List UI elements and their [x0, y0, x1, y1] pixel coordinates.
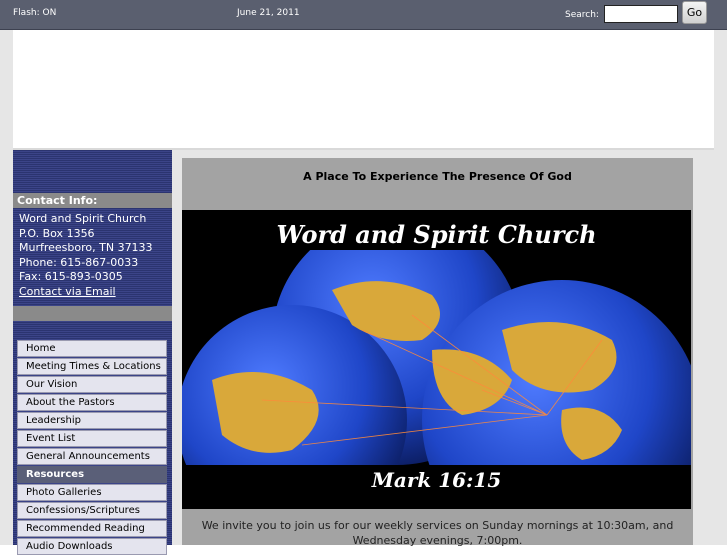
nav-item-leadership[interactable]: Leadership: [17, 412, 167, 429]
nav-item-about-pastors[interactable]: About the Pastors: [17, 394, 167, 411]
nav-item-event-list[interactable]: Event List: [17, 430, 167, 447]
contact-phone: Phone: 615-867-0033: [19, 255, 139, 269]
contact-po-box: P.O. Box 1356: [19, 226, 95, 240]
contact-city: Murfreesboro, TN 37133: [19, 241, 153, 254]
header-banner: [13, 30, 714, 148]
sidebar-divider-bar: [13, 306, 172, 321]
globes-illustration: [182, 250, 691, 465]
nav-item-confessions[interactable]: Confessions/Scriptures: [17, 502, 167, 519]
contact-email-link[interactable]: Contact via Email: [19, 285, 116, 298]
page-tagline: A Place To Experience The Presence Of Go…: [303, 170, 572, 183]
nav-item-photo-galleries[interactable]: Photo Galleries: [17, 484, 167, 501]
left-page-margin: [0, 30, 13, 545]
search-input[interactable]: [604, 5, 678, 23]
service-invitation: We invite you to join us for our weekly …: [201, 519, 674, 547]
nav-item-audio-downloads[interactable]: Audio Downloads: [17, 538, 167, 555]
top-bar: Flash: ON June 21, 2011 Search: Go: [0, 0, 727, 30]
main-content: A Place To Experience The Presence Of Go…: [182, 158, 693, 547]
contact-heading: Contact Info:: [13, 193, 172, 208]
contact-church-name: Word and Spirit Church: [19, 212, 147, 225]
hero-scripture: Mark 16:15: [371, 468, 502, 492]
nav-item-meeting-times[interactable]: Meeting Times & Locations: [17, 358, 167, 375]
right-page-margin: [714, 30, 727, 545]
nav-item-home[interactable]: Home: [17, 340, 167, 357]
nav-section-resources: Resources: [17, 466, 167, 483]
nav-menu: Home Meeting Times & Locations Our Visio…: [17, 340, 167, 556]
flash-status[interactable]: Flash: ON: [13, 8, 56, 18]
nav-item-announcements[interactable]: General Announcements: [17, 448, 167, 465]
nav-item-recommended-reading[interactable]: Recommended Reading: [17, 520, 167, 537]
current-date: June 21, 2011: [237, 8, 300, 18]
hero-church-title: Word and Spirit Church: [276, 220, 597, 249]
search-go-button[interactable]: Go: [682, 1, 707, 24]
contact-fax: Fax: 615-893-0305: [19, 270, 123, 283]
hero-image: Word and Spirit Church Mark 16:15: [182, 210, 691, 509]
left-sidebar: Contact Info: Word and Spirit Church P.O…: [13, 150, 172, 555]
nav-item-our-vision[interactable]: Our Vision: [17, 376, 167, 393]
contact-info: Word and Spirit Church P.O. Box 1356 Mur…: [19, 212, 169, 299]
search-label: Search:: [565, 10, 599, 20]
